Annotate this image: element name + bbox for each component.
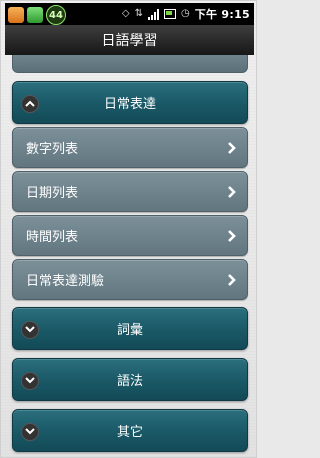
list-item-time-list[interactable]: 時間列表 [12,215,248,256]
android-notification-icon [27,7,43,23]
list-item-number-list[interactable]: 數字列表 [12,127,248,168]
notification-count-badge: 44 [46,5,66,25]
list-item-label: 數字列表 [26,142,79,157]
page-title: 日語學習 [101,33,158,49]
section-daily-expressions[interactable]: 日常表達 [12,81,248,124]
list-item-date-list[interactable]: 日期列表 [12,171,248,212]
status-bar: 44 ◇ ⇅ ◷ 下午 9:15 [5,3,254,25]
chevron-right-icon [228,185,236,198]
data-transfer-icon: ⇅ [134,8,143,19]
chevron-right-icon [228,229,236,242]
section-label: 其它 [116,425,143,440]
signal-icon [147,8,159,20]
section-label: 日常表達 [103,97,156,112]
system-icons: ◇ ⇅ ◷ 下午 9:15 [122,6,250,22]
title-bar: 日語學習 [5,25,254,55]
battery-icon [163,9,176,19]
app-frame: 44 ◇ ⇅ ◷ 下午 9:15 日語學習 日常表達 數字列表 日期列表 時間列… [0,0,257,458]
list-item-label: 日期列表 [26,186,79,201]
section-grammar[interactable]: 語法 [12,358,248,401]
section-others[interactable]: 其它 [12,409,248,452]
list-item-daily-expression-quiz[interactable]: 日常表達測驗 [12,259,248,300]
vibrate-icon: ◇ [121,8,130,19]
chevron-right-icon [228,273,236,286]
alarm-icon: ◷ [180,8,190,19]
chevron-right-icon [228,141,236,154]
section-vocabulary[interactable]: 詞彙 [12,307,248,350]
list-item-label: 日常表達測驗 [26,274,105,289]
list-item-label: 時間列表 [26,230,79,245]
status-time: 下午 9:15 [194,8,250,21]
section-label: 詞彙 [116,323,143,338]
previous-item-partial[interactable] [12,55,248,73]
section-label: 語法 [116,374,143,389]
notification-area: 44 [8,5,66,25]
app-notification-icon [8,7,24,23]
